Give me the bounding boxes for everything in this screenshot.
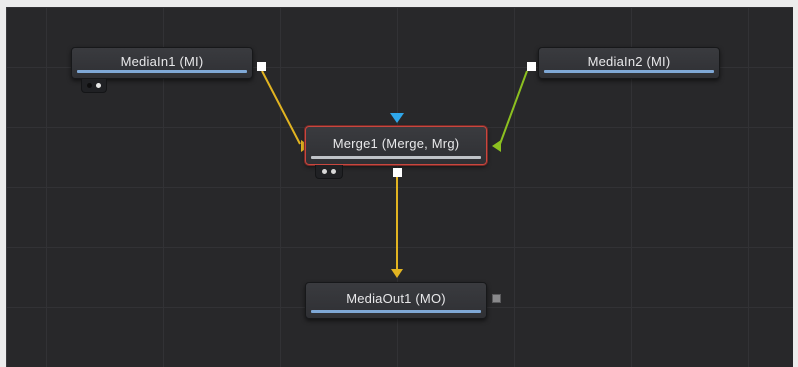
view-dot-left [322, 169, 327, 174]
node-mediain2-label: MediaIn2 (MI) [587, 54, 671, 69]
node-mediain1-bar [77, 70, 247, 73]
node-mediain2[interactable]: MediaIn2 (MI) [538, 47, 720, 79]
view-dot-right [96, 83, 101, 88]
mediain2-output-port-icon[interactable] [527, 62, 536, 71]
node-mediain2-bar [544, 70, 714, 73]
node-merge1-label: Merge1 (Merge, Mrg) [332, 136, 460, 151]
node-mediain1[interactable]: MediaIn1 (MI) [71, 47, 253, 79]
wire-mediain1-to-merge1[interactable] [261, 70, 301, 145]
view-dot-right [331, 169, 336, 174]
mediaout1-output-port-icon[interactable] [492, 294, 501, 303]
view-dot-left [87, 83, 92, 88]
mask-input-triangle-icon[interactable] [390, 113, 404, 123]
wire-mediain2-to-merge1[interactable] [499, 70, 528, 145]
merge1-view-toggle-icon[interactable] [315, 165, 343, 179]
node-mediaout1-label: MediaOut1 (MO) [346, 291, 446, 306]
mediain1-output-port-icon[interactable] [257, 62, 266, 71]
node-mediain1-label: MediaIn1 (MI) [120, 54, 204, 69]
mediain1-view-toggle-icon[interactable] [81, 79, 107, 93]
node-mediaout1[interactable]: MediaOut1 (MO) [305, 282, 487, 319]
node-editor-canvas[interactable]: MediaIn1 (MI) MediaIn2 (MI) Merge1 (Merg… [6, 7, 793, 367]
wire-arrowhead-green-right [492, 140, 501, 152]
node-mediaout1-bar [311, 310, 481, 313]
node-merge1[interactable]: Merge1 (Merge, Mrg) [305, 126, 487, 165]
merge1-output-port-icon[interactable] [393, 168, 402, 177]
node-merge1-bar [311, 156, 481, 159]
wire-arrowhead-yellow-down [391, 269, 403, 278]
